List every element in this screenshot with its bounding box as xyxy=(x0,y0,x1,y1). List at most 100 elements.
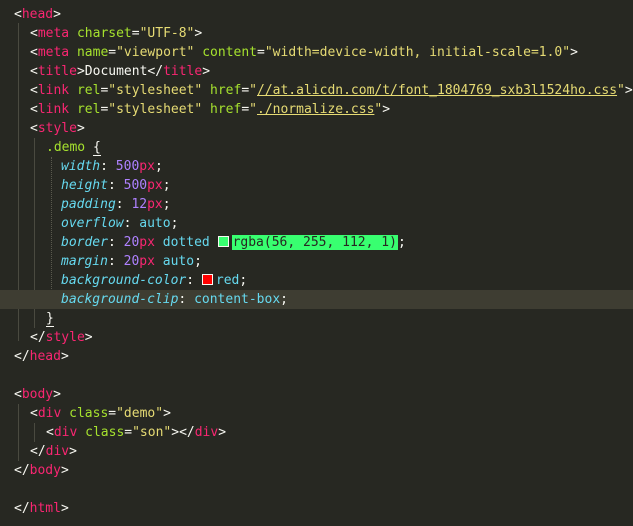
tag-name: meta xyxy=(37,26,70,41)
token: : xyxy=(123,216,140,231)
stylesheet-link[interactable]: ./normalize.css xyxy=(257,102,374,117)
code-line[interactable]: overflow: auto; xyxy=(0,214,633,233)
token: = xyxy=(108,45,117,60)
attribute-value: "stylesheet" xyxy=(108,102,203,117)
css-value: content-box xyxy=(194,292,281,307)
code-line[interactable]: </body> xyxy=(0,461,633,480)
token: ; xyxy=(162,197,171,212)
attribute-value: "demo" xyxy=(116,406,164,421)
token: < xyxy=(14,7,22,22)
code-line[interactable]: <style> xyxy=(0,119,633,138)
attribute-value: "stylesheet" xyxy=(108,83,203,98)
css-unit: px xyxy=(139,254,155,269)
token: < xyxy=(30,102,38,117)
tag-name: div xyxy=(53,425,78,440)
token: ; xyxy=(239,273,248,288)
color-swatch-icon[interactable] xyxy=(217,236,229,247)
code-line[interactable]: <meta name="viewport" content="width=dev… xyxy=(0,43,633,62)
stylesheet-link[interactable]: //at.alicdn.com/t/font_1804769_sxb3l1524… xyxy=(257,83,617,98)
code-line-active[interactable]: background-clip: content-box; xyxy=(0,290,633,309)
token: </ xyxy=(30,444,46,459)
token: = xyxy=(124,425,133,440)
attribute-value: "viewport" xyxy=(116,45,195,60)
css-selector: .demo xyxy=(46,140,86,155)
token: " xyxy=(617,83,625,98)
token: ; xyxy=(280,292,288,307)
token: </ xyxy=(30,330,46,345)
token: </ xyxy=(147,64,164,79)
tag-name: body xyxy=(29,463,61,478)
code-line[interactable]: </div> xyxy=(0,442,633,461)
tag-name: title xyxy=(37,64,77,79)
css-property: border xyxy=(61,235,108,250)
code-line[interactable]: <meta charset="UTF-8"> xyxy=(0,24,633,43)
code-line[interactable]: </head> xyxy=(0,347,633,366)
code-line[interactable]: padding: 12px; xyxy=(0,195,633,214)
code-line[interactable]: border: 20px dotted rgba(56, 255, 112, 1… xyxy=(0,233,633,252)
token: > xyxy=(53,7,61,22)
token: > xyxy=(171,425,180,440)
code-line[interactable]: </html> xyxy=(0,499,633,518)
code-line[interactable]: background-color: red; xyxy=(0,271,633,290)
token: ; xyxy=(154,159,163,174)
token: < xyxy=(30,121,38,136)
css-unit: px xyxy=(147,178,163,193)
color-swatch-icon[interactable] xyxy=(201,274,213,285)
token: : xyxy=(107,235,124,250)
tag-name: title xyxy=(163,64,203,79)
code-line[interactable]: height: 500px; xyxy=(0,176,633,195)
css-number: 500 xyxy=(123,178,148,193)
token: > xyxy=(60,463,69,478)
attribute-name: class xyxy=(85,425,125,440)
token: = xyxy=(241,102,250,117)
token: < xyxy=(30,83,38,98)
css-number: 20 xyxy=(123,235,140,250)
css-property: width xyxy=(61,159,101,174)
css-number: 500 xyxy=(115,159,140,174)
token: </ xyxy=(179,425,195,440)
tag-name: div xyxy=(194,425,219,440)
code-line[interactable]: <link rel="stylesheet" href="//at.alicdn… xyxy=(0,81,633,100)
token: > xyxy=(570,45,578,60)
tag-name: div xyxy=(37,406,62,421)
attribute-value: "son" xyxy=(132,425,172,440)
token: > xyxy=(60,501,69,516)
tag-name: body xyxy=(21,387,54,402)
attribute-name: rel xyxy=(76,83,101,98)
token: < xyxy=(46,425,54,440)
tag-name: div xyxy=(45,444,70,459)
code-line[interactable]: <title>Document</title> xyxy=(0,62,633,81)
attribute-name: rel xyxy=(76,102,101,117)
attribute-name: name xyxy=(76,45,109,60)
code-line[interactable]: <body> xyxy=(0,385,633,404)
token: > xyxy=(202,64,211,79)
code-line[interactable]: <head> xyxy=(0,5,633,24)
css-property: height xyxy=(61,178,108,193)
bracket-match: { xyxy=(92,140,101,156)
code-line[interactable]: width: 500px; xyxy=(0,157,633,176)
token: < xyxy=(30,64,38,79)
token: </ xyxy=(14,349,30,364)
code-line[interactable]: margin: 20px auto; xyxy=(0,252,633,271)
code-line[interactable]: } xyxy=(0,309,633,328)
token: > xyxy=(194,26,203,41)
token: : xyxy=(107,254,124,269)
css-property: padding xyxy=(61,197,116,212)
token: : xyxy=(115,197,132,212)
code-line[interactable]: <link rel="stylesheet" href="./normalize… xyxy=(0,100,633,119)
code-line[interactable]: <div class="demo"> xyxy=(0,404,633,423)
token: > xyxy=(76,64,85,79)
code-line[interactable]: .demo { xyxy=(0,138,633,157)
token: = xyxy=(241,83,250,98)
code-line[interactable]: <div class="son"></div> xyxy=(0,423,633,442)
attribute-value: "UTF-8" xyxy=(139,26,195,41)
attribute-name: charset xyxy=(76,26,132,41)
css-value: dotted xyxy=(154,235,218,250)
token: > xyxy=(218,425,227,440)
code-editor[interactable]: <head> <meta charset="UTF-8"> <meta name… xyxy=(0,0,633,526)
token: ; xyxy=(170,216,179,231)
css-property: background-color xyxy=(61,273,187,288)
token: ; xyxy=(162,178,171,193)
attribute-name: href xyxy=(210,83,242,98)
code-line[interactable]: </style> xyxy=(0,328,633,347)
